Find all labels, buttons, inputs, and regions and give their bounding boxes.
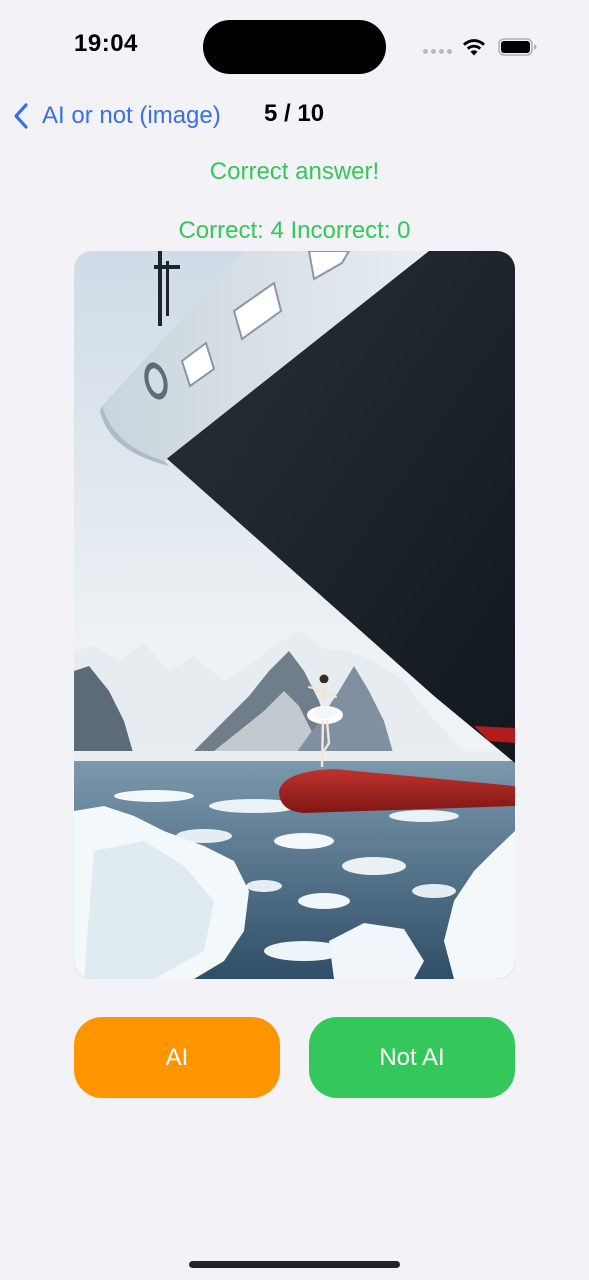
answer-feedback: Correct answer! [209,158,380,185]
quiz-image [74,251,515,979]
cellular-signal-icon [423,49,452,54]
dynamic-island [203,20,386,74]
chevron-left-icon [14,103,28,129]
status-time: 19:04 [74,30,138,57]
back-button[interactable]: AI or not (image) [10,96,221,136]
question-progress: 5 / 10 [264,100,325,127]
battery-icon [498,38,537,56]
ai-answer-button[interactable]: AI [74,1017,280,1098]
not-ai-answer-button[interactable]: Not AI [309,1017,515,1098]
back-button-label: AI or not (image) [42,102,221,129]
score-counter: Correct: 4 Incorrect: 0 [178,217,411,244]
home-indicator [189,1261,400,1268]
wifi-icon [463,39,485,56]
